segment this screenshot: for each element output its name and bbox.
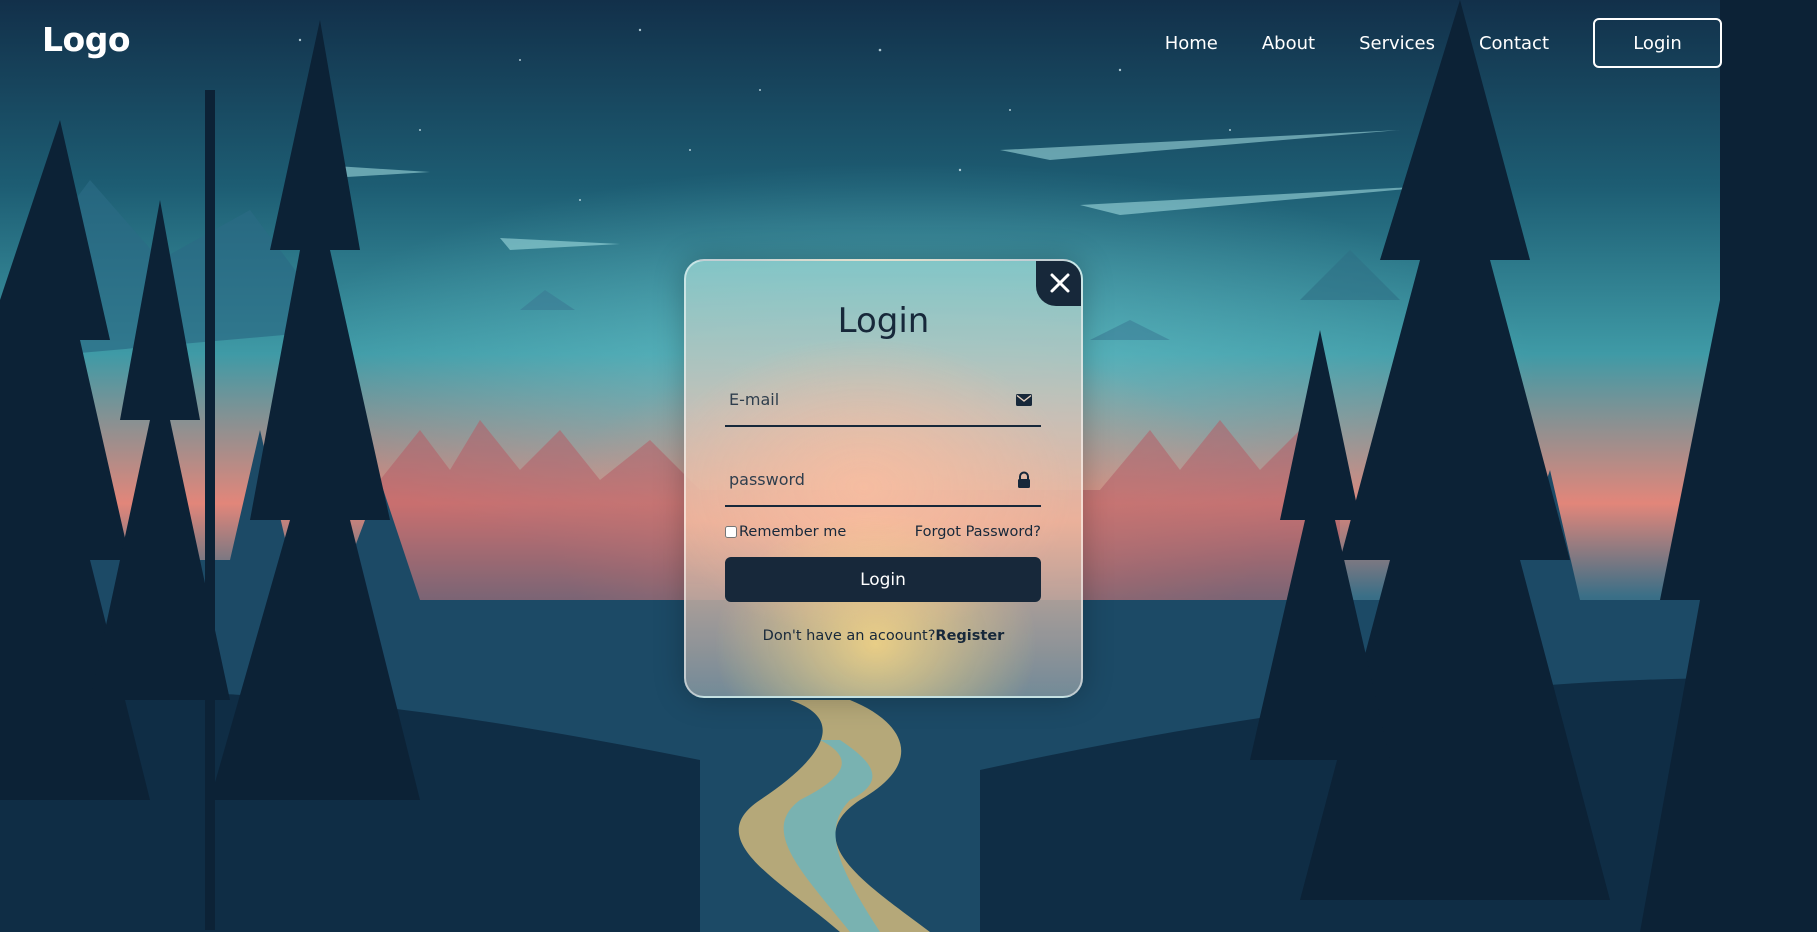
login-submit-button[interactable]: Login xyxy=(725,557,1041,602)
nav-link-services[interactable]: Services xyxy=(1359,33,1435,54)
lock-icon xyxy=(1018,471,1030,488)
remember-me-label: Remember me xyxy=(739,524,847,540)
close-icon xyxy=(1050,273,1069,292)
navbar: Home About Services Contact Login xyxy=(1165,0,1817,86)
register-row: Don't have an acoount?Register xyxy=(684,628,1083,644)
remember-me[interactable]: Remember me xyxy=(725,524,846,540)
nav-link-contact[interactable]: Contact xyxy=(1479,33,1549,54)
forgot-password-link[interactable]: Forgot Password? xyxy=(915,524,1041,540)
login-options-row: Remember me Forgot Password? xyxy=(725,522,1041,542)
close-button[interactable] xyxy=(1036,261,1081,306)
nav-link-home[interactable]: Home xyxy=(1165,33,1218,54)
remember-me-checkbox[interactable] xyxy=(725,526,737,538)
register-link[interactable]: Register xyxy=(935,628,1004,644)
nav-link-about[interactable]: About xyxy=(1262,33,1315,54)
nav-login-button[interactable]: Login xyxy=(1593,18,1722,68)
login-title: Login xyxy=(837,301,930,341)
logo[interactable]: Logo xyxy=(42,20,131,59)
password-field-wrapper xyxy=(725,455,1041,507)
register-prompt: Don't have an acoount? xyxy=(762,628,936,644)
email-field-wrapper xyxy=(725,375,1041,427)
email-input[interactable] xyxy=(725,375,999,423)
page-background: Logo Home About Services Contact Login L… xyxy=(0,0,1817,932)
mail-icon xyxy=(1016,394,1032,406)
password-input[interactable] xyxy=(725,455,999,503)
